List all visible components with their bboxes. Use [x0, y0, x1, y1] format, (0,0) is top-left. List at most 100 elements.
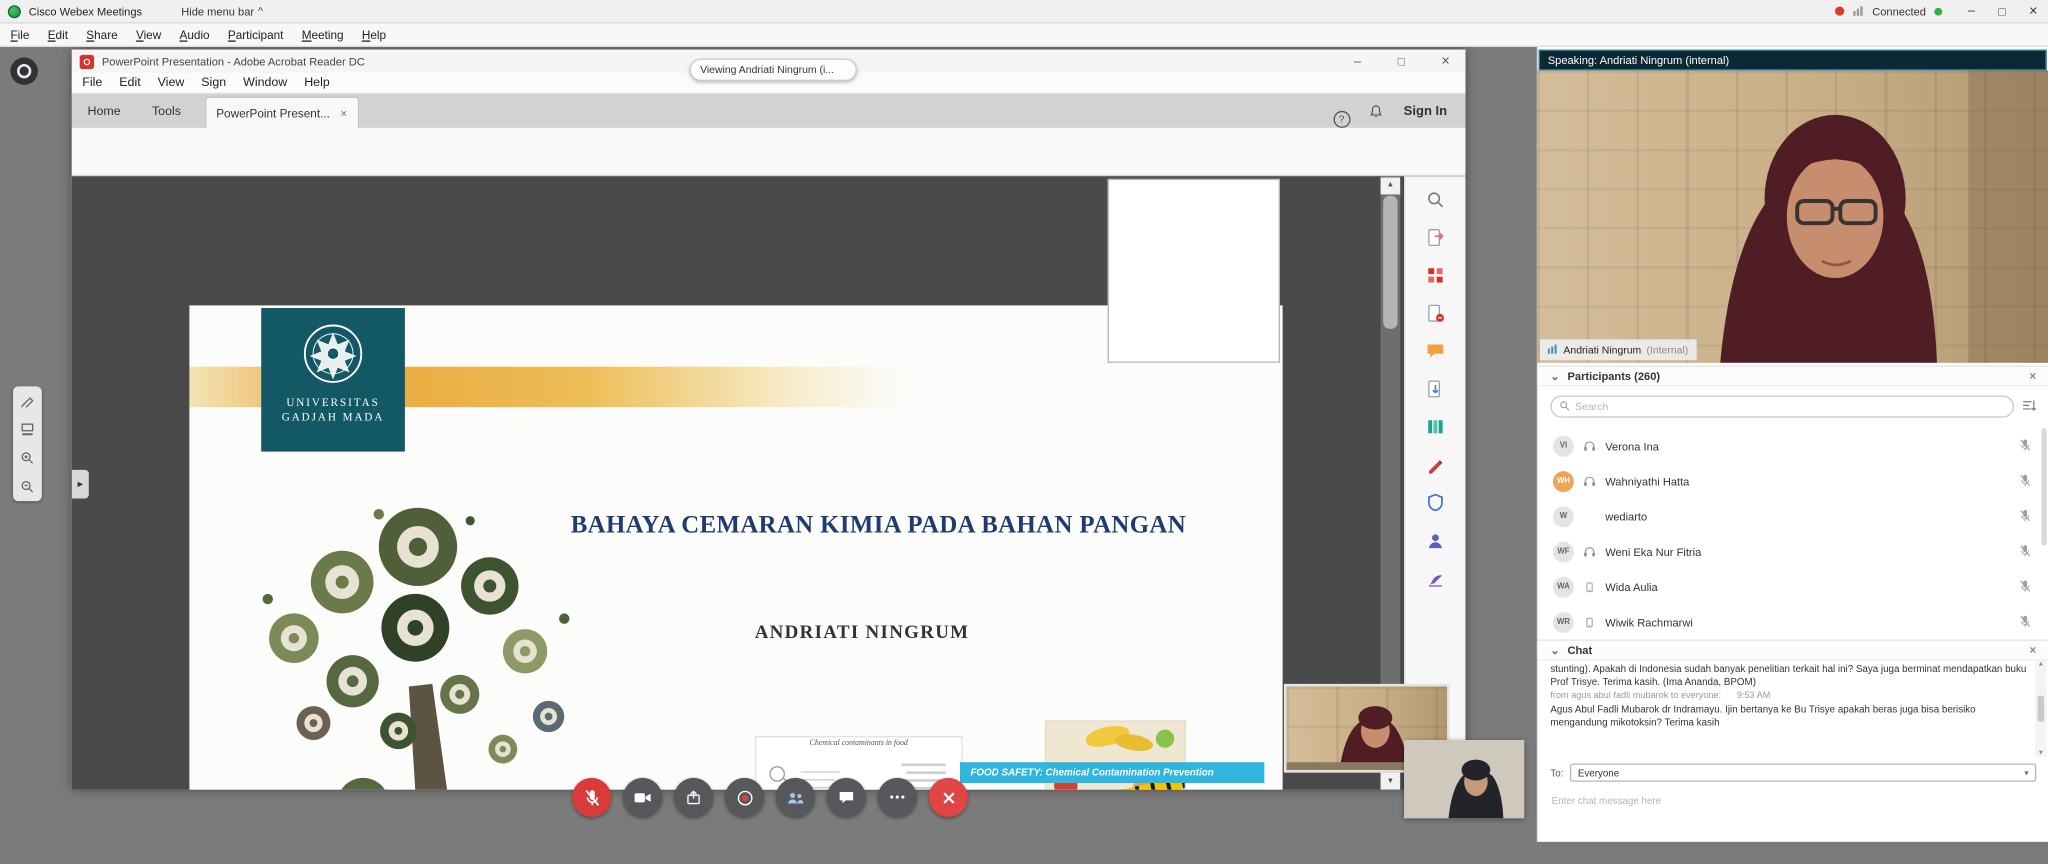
- acrobat-toolbar: ★ ↑ ↓ / 64 ⊖ ⊕ 72.8% ▾ ▾ ✎: [71, 127, 1466, 246]
- participant-row[interactable]: WH Wahniyathi Hatta: [1537, 463, 2048, 498]
- menu-participant[interactable]: Participant: [228, 28, 284, 41]
- menu-meeting[interactable]: Meeting: [302, 28, 344, 41]
- menu-view[interactable]: View: [136, 28, 161, 41]
- ugm-logo: [303, 324, 363, 383]
- chat-scroll-up-icon[interactable]: ▲: [2038, 660, 2044, 668]
- participant-search-input[interactable]: [1575, 400, 2005, 412]
- minimize-button[interactable]: –: [1968, 4, 1975, 18]
- camera-button[interactable]: [623, 777, 663, 818]
- acrobat-maximize-button[interactable]: □: [1398, 55, 1405, 68]
- acrobat-menu-file[interactable]: File: [82, 76, 102, 90]
- participant-row[interactable]: WF Weni Eka Nur Fitria: [1537, 534, 2048, 569]
- mobile-device-icon: [1582, 617, 1598, 627]
- webex-session-button[interactable]: [10, 57, 38, 85]
- acrobat-menu-window[interactable]: Window: [243, 76, 287, 90]
- avatar: WF: [1552, 540, 1574, 562]
- participant-row[interactable]: WA Wida Aulia: [1537, 569, 2048, 604]
- chat-header[interactable]: ⌄ Chat ×: [1537, 639, 2048, 661]
- scrollbar-down-arrow[interactable]: ▼: [1380, 772, 1401, 790]
- participants-scrollbar-thumb[interactable]: [2041, 428, 2047, 546]
- sort-participants-icon[interactable]: [2022, 400, 2037, 412]
- acrobat-menu-edit[interactable]: Edit: [119, 76, 140, 90]
- acrobat-menu-help[interactable]: Help: [304, 76, 330, 90]
- chat-message-input[interactable]: [1542, 788, 2042, 812]
- recipient-select[interactable]: Everyone ▾: [1569, 763, 2037, 782]
- export-pdf-icon[interactable]: [1421, 223, 1450, 252]
- floating-panel: [1107, 178, 1280, 363]
- menu-share[interactable]: Share: [86, 28, 117, 41]
- chat-scrollbar[interactable]: ▲ ▼: [2034, 660, 2047, 757]
- menu-help[interactable]: Help: [362, 28, 386, 41]
- fill-sign-icon[interactable]: [1421, 564, 1450, 593]
- chat-button[interactable]: [826, 777, 866, 818]
- more-options-button[interactable]: [877, 777, 917, 818]
- close-button[interactable]: ×: [2029, 3, 2037, 19]
- meeting-control-bar: [572, 777, 968, 818]
- thumbnails-icon[interactable]: [21, 423, 34, 436]
- acrobat-menu-sign[interactable]: Sign: [201, 76, 226, 90]
- scrollbar-up-arrow[interactable]: ▲: [1380, 176, 1401, 194]
- avatar: W: [1552, 505, 1574, 527]
- participants-header[interactable]: ⌄ Participants (260) ×: [1537, 365, 2048, 387]
- nav-pane-expand-arrow[interactable]: ►: [71, 469, 89, 499]
- maximize-button[interactable]: □: [1999, 5, 2006, 18]
- caret-down-icon: ▾: [2024, 769, 2029, 778]
- search-box[interactable]: [1550, 394, 2015, 417]
- menu-edit[interactable]: Edit: [48, 28, 68, 41]
- chat-to-row: To: Everyone ▾: [1537, 762, 2048, 783]
- mute-button[interactable]: [572, 777, 612, 818]
- participants-button[interactable]: [775, 777, 816, 818]
- combine-files-icon[interactable]: [1421, 375, 1450, 404]
- search-tools-icon[interactable]: [1421, 185, 1450, 214]
- annotate-icon[interactable]: [21, 394, 34, 408]
- acrobat-window: PowerPoint Presentation - Adobe Acrobat …: [71, 49, 1466, 790]
- hide-menu-bar-button[interactable]: Hide menu bar ^: [181, 5, 263, 18]
- food-safety-banner: FOOD SAFETY: Chemical Contamination Prev…: [959, 762, 1265, 784]
- participant-row[interactable]: VI Verona Ina: [1537, 428, 2048, 463]
- acrobat-close-button[interactable]: ×: [1441, 54, 1449, 70]
- notifications-bell-icon[interactable]: [1368, 104, 1382, 118]
- video-participant-name: Andriati Ningrum: [1563, 343, 1642, 356]
- record-button[interactable]: [724, 777, 765, 818]
- muted-mic-icon[interactable]: [2019, 474, 2031, 488]
- muted-mic-icon[interactable]: [2019, 615, 2031, 629]
- tab-document[interactable]: PowerPoint Present... ×: [204, 96, 359, 128]
- certificates-icon[interactable]: [1421, 526, 1450, 555]
- chat-close-icon[interactable]: ×: [2029, 643, 2036, 656]
- share-screen-button[interactable]: [673, 777, 714, 818]
- scrollbar-thumb[interactable]: [1383, 195, 1398, 329]
- tab-close-icon[interactable]: ×: [340, 106, 347, 119]
- help-icon[interactable]: ?: [1333, 110, 1351, 128]
- participants-close-icon[interactable]: ×: [2029, 369, 2036, 382]
- menu-audio[interactable]: Audio: [180, 28, 210, 41]
- acrobat-tabbar: Home Tools PowerPoint Present... × ? Sig…: [71, 93, 1466, 128]
- edit-pdf-icon[interactable]: [1421, 299, 1450, 328]
- screen: Cisco Webex Meetings Hide menu bar ^ Con…: [0, 0, 2048, 864]
- participant-row[interactable]: W wediarto: [1537, 499, 2048, 534]
- muted-mic-icon[interactable]: [2019, 439, 2031, 453]
- zoom-in-icon[interactable]: [21, 452, 34, 465]
- acrobat-minimize-button[interactable]: –: [1354, 54, 1361, 68]
- zoom-out-icon[interactable]: [21, 480, 34, 493]
- ugm-logo-box: UNIVERSITAS GADJAH MADA: [261, 308, 405, 452]
- tab-tools[interactable]: Tools: [136, 97, 196, 128]
- muted-mic-icon[interactable]: [2019, 545, 2031, 559]
- participant-row[interactable]: WR Wiwik Rachmarwi: [1537, 604, 2048, 639]
- protect-pdf-icon[interactable]: [1421, 488, 1450, 517]
- avatar: WA: [1552, 576, 1574, 598]
- pip-video-self[interactable]: [1404, 740, 1525, 819]
- leave-meeting-button[interactable]: [928, 777, 968, 818]
- muted-mic-icon[interactable]: [2019, 509, 2031, 523]
- redact-pen-icon[interactable]: [1421, 450, 1450, 479]
- participant-name: wediarto: [1605, 509, 1648, 523]
- menu-file[interactable]: File: [10, 28, 29, 41]
- create-pdf-icon[interactable]: [1421, 261, 1450, 290]
- sign-in-button[interactable]: Sign In: [1404, 104, 1448, 118]
- tab-home[interactable]: Home: [72, 97, 136, 128]
- organize-pages-icon[interactable]: [1421, 412, 1450, 441]
- muted-mic-icon[interactable]: [2019, 580, 2031, 594]
- comment-tool-icon[interactable]: [1421, 337, 1450, 366]
- chat-scrollbar-thumb[interactable]: [2037, 695, 2045, 722]
- acrobat-menu-view[interactable]: View: [158, 76, 185, 90]
- chat-scroll-down-icon[interactable]: ▼: [2038, 749, 2044, 757]
